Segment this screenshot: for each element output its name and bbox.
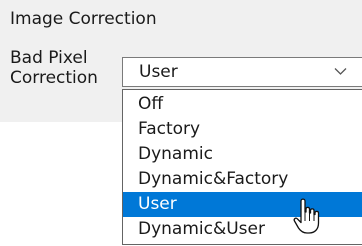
option-label: Dynamic <box>138 144 213 164</box>
option-label: Dynamic&Factory <box>138 169 289 189</box>
dropdown-option-dynamic[interactable]: Dynamic <box>123 142 362 167</box>
field-label-text: Bad Pixel Correction <box>10 48 98 88</box>
dropdown-option-user[interactable]: User <box>123 192 362 217</box>
option-label: Off <box>138 94 164 114</box>
dropdown-option-off[interactable]: Off <box>123 92 362 117</box>
option-label: Dynamic&User <box>138 219 265 239</box>
dropdown-list: Off Factory Dynamic Dynamic&Factory User… <box>122 89 362 245</box>
option-label: Factory <box>138 119 201 139</box>
option-label: User <box>138 194 177 214</box>
select-current-value: User <box>139 62 178 82</box>
bad-pixel-correction-label: Bad Pixel Correction <box>10 48 130 88</box>
section-title: Image Correction <box>10 9 157 29</box>
dropdown-option-dynamic-user[interactable]: Dynamic&User <box>123 217 362 242</box>
dropdown-option-factory[interactable]: Factory <box>123 117 362 142</box>
pointer-cursor-icon <box>293 198 320 234</box>
dropdown-option-dynamic-factory[interactable]: Dynamic&Factory <box>123 167 362 192</box>
bad-pixel-correction-select[interactable]: User <box>122 57 362 87</box>
chevron-down-icon[interactable] <box>334 67 347 76</box>
